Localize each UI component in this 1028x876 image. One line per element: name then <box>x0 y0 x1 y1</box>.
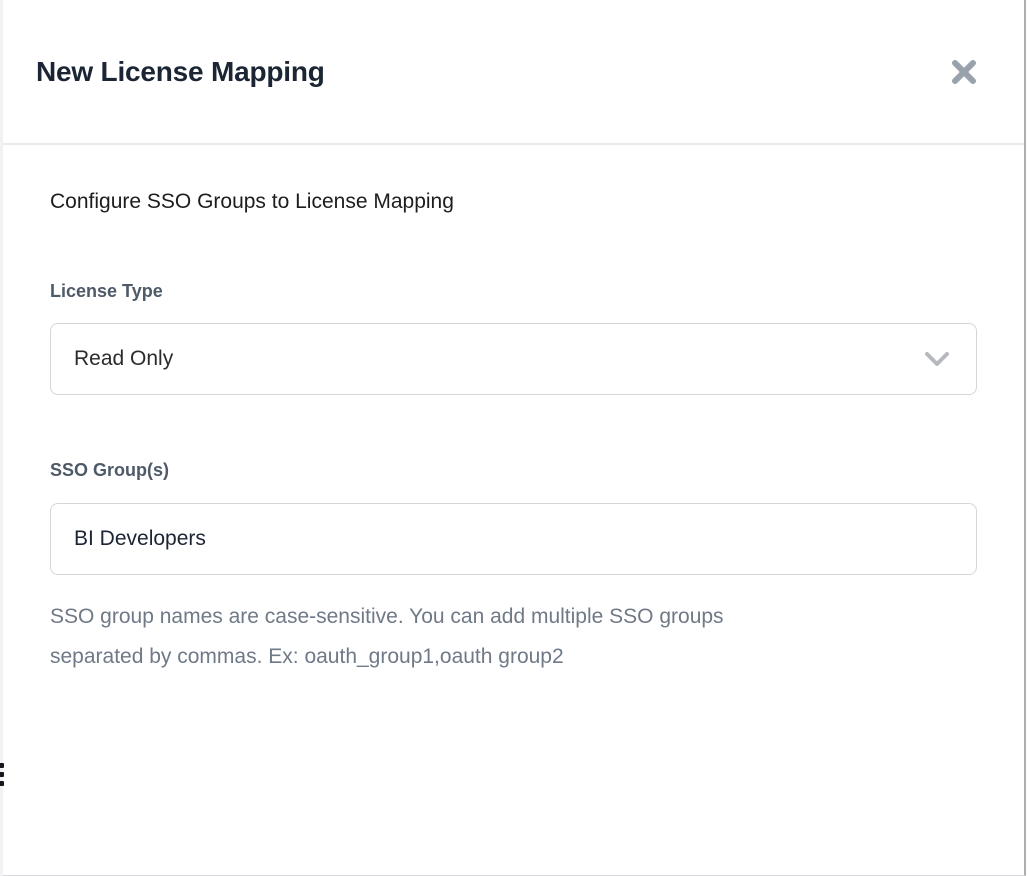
license-type-select[interactable]: Read Only <box>50 323 977 395</box>
background-page-sliver <box>0 0 3 876</box>
license-type-label: License Type <box>50 280 977 302</box>
modal-body: Configure SSO Groups to License Mapping … <box>3 188 1024 677</box>
sso-groups-help-line-1: SSO group names are case-sensitive. You … <box>50 605 724 628</box>
new-license-mapping-modal: New License Mapping Configure SSO Groups… <box>3 0 1026 876</box>
close-button[interactable] <box>944 52 984 92</box>
clipped-menu-icon <box>0 763 4 790</box>
screen: New License Mapping Configure SSO Groups… <box>0 0 1028 876</box>
sso-groups-input[interactable] <box>50 503 977 575</box>
license-type-selected-value: Read Only <box>74 347 173 371</box>
close-icon <box>949 57 979 87</box>
sso-groups-help: SSO group names are case-sensitive. You … <box>50 597 977 677</box>
modal-title: New License Mapping <box>36 56 325 88</box>
sso-groups-label: SSO Group(s) <box>50 459 977 481</box>
section-heading: Configure SSO Groups to License Mapping <box>50 188 977 216</box>
chevron-down-icon <box>924 351 950 367</box>
modal-header: New License Mapping <box>3 0 1024 145</box>
sso-groups-help-line-2: separated by commas. Ex: oauth_group1,oa… <box>50 645 564 668</box>
